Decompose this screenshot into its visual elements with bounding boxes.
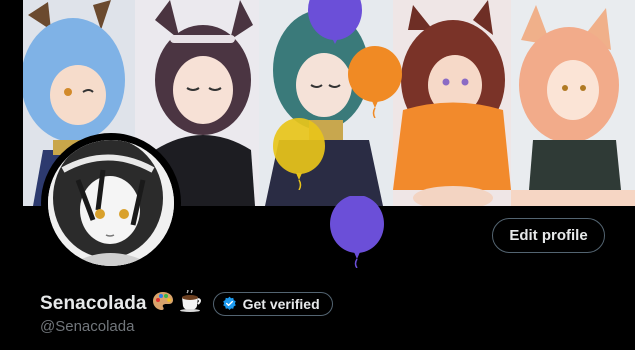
get-verified-label: Get verified — [242, 295, 320, 312]
avatar-image — [48, 140, 174, 266]
banner-panel-red-hair — [393, 0, 511, 206]
palette-emoji-icon — [152, 290, 174, 317]
coffee-emoji-icon — [179, 289, 203, 317]
orange-balloon-icon — [348, 46, 402, 118]
profile-name-row: Senacolada Get verified — [40, 289, 333, 317]
verified-badge-icon — [222, 296, 237, 311]
profile-handle: @Senacolada — [40, 318, 135, 335]
purple-balloon-bottom-icon — [330, 196, 384, 268]
purple-balloon-top-icon — [308, 0, 362, 44]
profile-avatar[interactable] — [41, 133, 181, 273]
banner-panel-fox-ears — [511, 0, 635, 206]
get-verified-button[interactable]: Get verified — [212, 291, 333, 316]
yellow-balloon-icon — [273, 118, 325, 190]
edit-profile-button[interactable]: Edit profile — [492, 218, 605, 253]
display-name: Senacolada — [40, 292, 147, 314]
